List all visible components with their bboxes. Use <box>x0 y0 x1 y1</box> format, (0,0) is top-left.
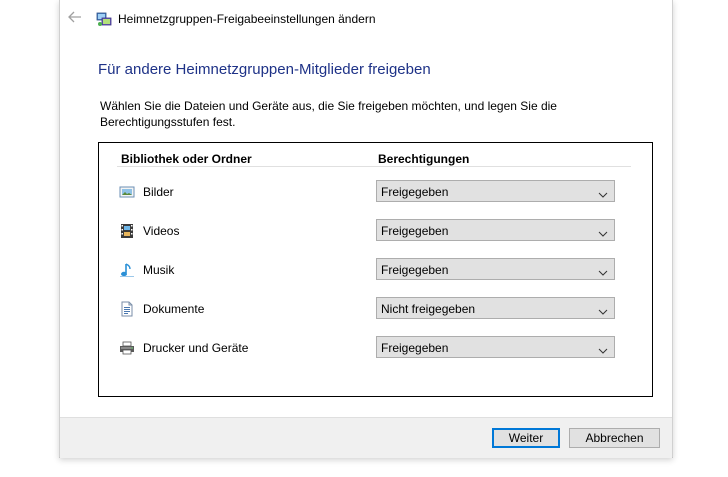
row-label-musik: Musik <box>143 263 175 277</box>
chevron-down-icon <box>598 266 608 276</box>
chevron-down-icon <box>598 188 608 198</box>
homegroup-icon <box>96 11 112 27</box>
row-label-videos: Videos <box>143 224 180 238</box>
page-description: Wählen Sie die Dateien und Geräte aus, d… <box>100 99 557 129</box>
permission-dropdown-videos[interactable]: Freigegeben <box>376 219 615 241</box>
title-bar: Heimnetzgruppen-Freigabeeinstellungen än… <box>60 0 672 38</box>
permission-dropdown-drucker[interactable]: Freigegeben <box>376 336 615 358</box>
dialog-window: Heimnetzgruppen-Freigabeeinstellungen än… <box>59 0 673 458</box>
table-row-bilder: Bilder Freigegeben <box>99 180 652 204</box>
dropdown-value: Freigegeben <box>381 263 449 277</box>
row-label-dokumente: Dokumente <box>143 302 205 316</box>
back-arrow-icon[interactable] <box>68 10 84 26</box>
permission-dropdown-dokumente[interactable]: Nicht freigegeben <box>376 297 615 319</box>
dropdown-value: Freigegeben <box>381 185 449 199</box>
videos-icon <box>119 223 135 239</box>
sharing-table: Bibliothek oder Ordner Berechtigungen Bi… <box>98 142 653 397</box>
dropdown-value: Nicht freigegeben <box>381 302 476 316</box>
permission-dropdown-musik[interactable]: Freigegeben <box>376 258 615 280</box>
chevron-down-icon <box>598 227 608 237</box>
chevron-down-icon <box>598 344 608 354</box>
dropdown-value: Freigegeben <box>381 224 449 238</box>
column-header-library: Bibliothek oder Ordner <box>121 152 252 166</box>
column-header-permissions: Berechtigungen <box>378 152 470 166</box>
table-row-musik: Musik Freigegeben <box>99 258 652 282</box>
table-row-drucker: Drucker und Geräte Freigegeben <box>99 336 652 360</box>
next-button[interactable]: Weiter <box>492 428 560 448</box>
table-row-videos: Videos Freigegeben <box>99 219 652 243</box>
music-icon <box>119 262 135 278</box>
row-label-bilder: Bilder <box>143 185 174 199</box>
dialog-footer: Weiter Abbrechen <box>60 417 672 458</box>
chevron-down-icon <box>598 305 608 315</box>
row-label-drucker: Drucker und Geräte <box>143 341 249 355</box>
permission-dropdown-bilder[interactable]: Freigegeben <box>376 180 615 202</box>
dropdown-value: Freigegeben <box>381 341 449 355</box>
page-heading: Für andere Heimnetzgruppen-Mitglieder fr… <box>98 61 431 78</box>
documents-icon <box>119 301 135 317</box>
table-row-dokumente: Dokumente Nicht freigegeben <box>99 297 652 321</box>
window-title: Heimnetzgruppen-Freigabeeinstellungen än… <box>118 12 376 26</box>
printer-icon <box>119 340 135 356</box>
pictures-icon <box>119 184 135 200</box>
header-divider <box>117 166 631 167</box>
cancel-button[interactable]: Abbrechen <box>569 428 660 448</box>
